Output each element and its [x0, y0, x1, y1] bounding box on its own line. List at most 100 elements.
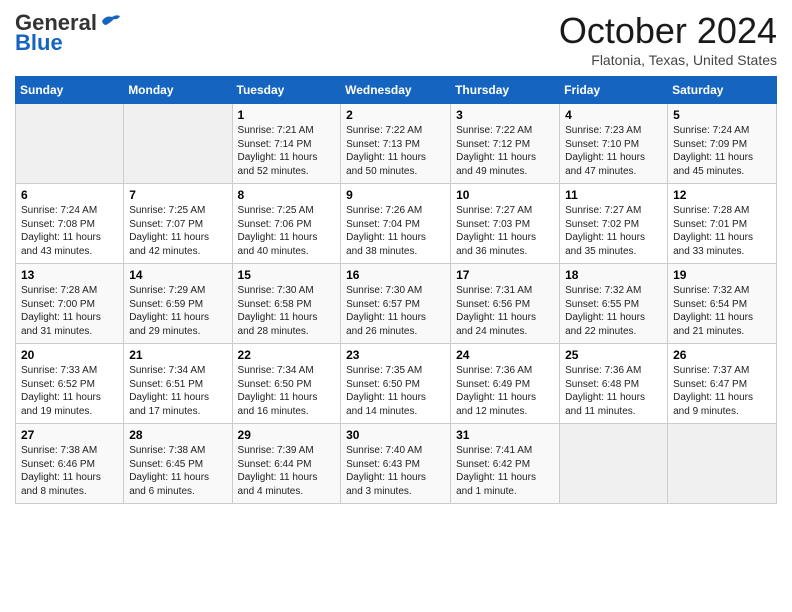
day-number: 30 — [346, 428, 445, 442]
calendar-cell: 25 Sunrise: 7:36 AMSunset: 6:48 PMDaylig… — [560, 344, 668, 424]
calendar-table: SundayMondayTuesdayWednesdayThursdayFrid… — [15, 76, 777, 504]
day-number: 12 — [673, 188, 771, 202]
calendar-cell: 31 Sunrise: 7:41 AMSunset: 6:42 PMDaylig… — [451, 424, 560, 504]
day-number: 20 — [21, 348, 118, 362]
col-header-sunday: Sunday — [16, 77, 124, 104]
day-info: Sunrise: 7:31 AMSunset: 6:56 PMDaylight:… — [456, 284, 554, 338]
day-info: Sunrise: 7:33 AMSunset: 6:52 PMDaylight:… — [21, 364, 118, 418]
day-number: 14 — [129, 268, 226, 282]
calendar-cell: 19 Sunrise: 7:32 AMSunset: 6:54 PMDaylig… — [668, 264, 777, 344]
day-number: 25 — [565, 348, 662, 362]
page-container: General Blue October 2024 Flatonia, Texa… — [0, 0, 792, 514]
day-info: Sunrise: 7:25 AMSunset: 7:06 PMDaylight:… — [238, 204, 336, 258]
calendar-cell: 17 Sunrise: 7:31 AMSunset: 6:56 PMDaylig… — [451, 264, 560, 344]
day-number: 6 — [21, 188, 118, 202]
day-info: Sunrise: 7:41 AMSunset: 6:42 PMDaylight:… — [456, 444, 554, 498]
day-number: 17 — [456, 268, 554, 282]
day-info: Sunrise: 7:25 AMSunset: 7:07 PMDaylight:… — [129, 204, 226, 258]
day-info: Sunrise: 7:23 AMSunset: 7:10 PMDaylight:… — [565, 124, 662, 178]
day-info: Sunrise: 7:36 AMSunset: 6:48 PMDaylight:… — [565, 364, 662, 418]
day-number: 31 — [456, 428, 554, 442]
month-title: October 2024 — [559, 10, 777, 52]
calendar-cell: 6 Sunrise: 7:24 AMSunset: 7:08 PMDayligh… — [16, 184, 124, 264]
calendar-cell: 10 Sunrise: 7:27 AMSunset: 7:03 PMDaylig… — [451, 184, 560, 264]
calendar-cell — [560, 424, 668, 504]
day-number: 15 — [238, 268, 336, 282]
col-header-friday: Friday — [560, 77, 668, 104]
day-number: 10 — [456, 188, 554, 202]
calendar-week-row: 1 Sunrise: 7:21 AMSunset: 7:14 PMDayligh… — [16, 104, 777, 184]
logo-blue: Blue — [15, 30, 63, 56]
logo-bird-icon — [100, 13, 122, 29]
day-info: Sunrise: 7:29 AMSunset: 6:59 PMDaylight:… — [129, 284, 226, 338]
calendar-cell: 21 Sunrise: 7:34 AMSunset: 6:51 PMDaylig… — [124, 344, 232, 424]
col-header-tuesday: Tuesday — [232, 77, 341, 104]
calendar-cell: 7 Sunrise: 7:25 AMSunset: 7:07 PMDayligh… — [124, 184, 232, 264]
calendar-cell: 13 Sunrise: 7:28 AMSunset: 7:00 PMDaylig… — [16, 264, 124, 344]
title-block: October 2024 Flatonia, Texas, United Sta… — [559, 10, 777, 68]
day-info: Sunrise: 7:28 AMSunset: 7:01 PMDaylight:… — [673, 204, 771, 258]
day-number: 19 — [673, 268, 771, 282]
day-number: 28 — [129, 428, 226, 442]
calendar-cell: 12 Sunrise: 7:28 AMSunset: 7:01 PMDaylig… — [668, 184, 777, 264]
calendar-cell: 15 Sunrise: 7:30 AMSunset: 6:58 PMDaylig… — [232, 264, 341, 344]
calendar-cell: 1 Sunrise: 7:21 AMSunset: 7:14 PMDayligh… — [232, 104, 341, 184]
calendar-cell: 28 Sunrise: 7:38 AMSunset: 6:45 PMDaylig… — [124, 424, 232, 504]
day-number: 3 — [456, 108, 554, 122]
calendar-cell: 20 Sunrise: 7:33 AMSunset: 6:52 PMDaylig… — [16, 344, 124, 424]
day-info: Sunrise: 7:27 AMSunset: 7:02 PMDaylight:… — [565, 204, 662, 258]
day-number: 9 — [346, 188, 445, 202]
day-info: Sunrise: 7:32 AMSunset: 6:55 PMDaylight:… — [565, 284, 662, 338]
calendar-cell: 22 Sunrise: 7:34 AMSunset: 6:50 PMDaylig… — [232, 344, 341, 424]
day-number: 26 — [673, 348, 771, 362]
calendar-week-row: 27 Sunrise: 7:38 AMSunset: 6:46 PMDaylig… — [16, 424, 777, 504]
day-number: 24 — [456, 348, 554, 362]
col-header-monday: Monday — [124, 77, 232, 104]
day-info: Sunrise: 7:22 AMSunset: 7:12 PMDaylight:… — [456, 124, 554, 178]
calendar-header-row: SundayMondayTuesdayWednesdayThursdayFrid… — [16, 77, 777, 104]
calendar-cell: 16 Sunrise: 7:30 AMSunset: 6:57 PMDaylig… — [341, 264, 451, 344]
col-header-saturday: Saturday — [668, 77, 777, 104]
calendar-week-row: 20 Sunrise: 7:33 AMSunset: 6:52 PMDaylig… — [16, 344, 777, 424]
day-number: 11 — [565, 188, 662, 202]
day-number: 29 — [238, 428, 336, 442]
calendar-cell: 26 Sunrise: 7:37 AMSunset: 6:47 PMDaylig… — [668, 344, 777, 424]
day-number: 8 — [238, 188, 336, 202]
calendar-cell — [16, 104, 124, 184]
location: Flatonia, Texas, United States — [559, 52, 777, 68]
calendar-cell: 11 Sunrise: 7:27 AMSunset: 7:02 PMDaylig… — [560, 184, 668, 264]
calendar-cell: 14 Sunrise: 7:29 AMSunset: 6:59 PMDaylig… — [124, 264, 232, 344]
calendar-cell: 3 Sunrise: 7:22 AMSunset: 7:12 PMDayligh… — [451, 104, 560, 184]
day-number: 16 — [346, 268, 445, 282]
calendar-cell: 5 Sunrise: 7:24 AMSunset: 7:09 PMDayligh… — [668, 104, 777, 184]
day-info: Sunrise: 7:21 AMSunset: 7:14 PMDaylight:… — [238, 124, 336, 178]
day-info: Sunrise: 7:40 AMSunset: 6:43 PMDaylight:… — [346, 444, 445, 498]
day-info: Sunrise: 7:30 AMSunset: 6:57 PMDaylight:… — [346, 284, 445, 338]
calendar-cell: 23 Sunrise: 7:35 AMSunset: 6:50 PMDaylig… — [341, 344, 451, 424]
day-info: Sunrise: 7:27 AMSunset: 7:03 PMDaylight:… — [456, 204, 554, 258]
day-info: Sunrise: 7:34 AMSunset: 6:51 PMDaylight:… — [129, 364, 226, 418]
day-number: 22 — [238, 348, 336, 362]
day-info: Sunrise: 7:38 AMSunset: 6:45 PMDaylight:… — [129, 444, 226, 498]
day-info: Sunrise: 7:32 AMSunset: 6:54 PMDaylight:… — [673, 284, 771, 338]
day-number: 27 — [21, 428, 118, 442]
day-info: Sunrise: 7:37 AMSunset: 6:47 PMDaylight:… — [673, 364, 771, 418]
day-info: Sunrise: 7:39 AMSunset: 6:44 PMDaylight:… — [238, 444, 336, 498]
col-header-wednesday: Wednesday — [341, 77, 451, 104]
day-number: 7 — [129, 188, 226, 202]
calendar-cell: 8 Sunrise: 7:25 AMSunset: 7:06 PMDayligh… — [232, 184, 341, 264]
calendar-cell — [124, 104, 232, 184]
calendar-cell: 4 Sunrise: 7:23 AMSunset: 7:10 PMDayligh… — [560, 104, 668, 184]
day-number: 18 — [565, 268, 662, 282]
day-number: 4 — [565, 108, 662, 122]
logo: General Blue — [15, 10, 122, 56]
col-header-thursday: Thursday — [451, 77, 560, 104]
day-number: 5 — [673, 108, 771, 122]
day-info: Sunrise: 7:22 AMSunset: 7:13 PMDaylight:… — [346, 124, 445, 178]
day-info: Sunrise: 7:24 AMSunset: 7:08 PMDaylight:… — [21, 204, 118, 258]
header: General Blue October 2024 Flatonia, Texa… — [15, 10, 777, 68]
calendar-cell — [668, 424, 777, 504]
calendar-cell: 2 Sunrise: 7:22 AMSunset: 7:13 PMDayligh… — [341, 104, 451, 184]
day-number: 21 — [129, 348, 226, 362]
calendar-week-row: 6 Sunrise: 7:24 AMSunset: 7:08 PMDayligh… — [16, 184, 777, 264]
